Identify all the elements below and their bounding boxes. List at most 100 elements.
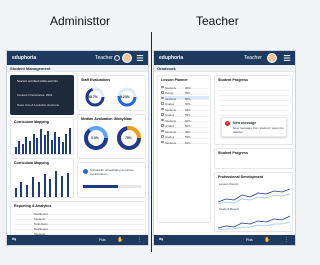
checkbox[interactable]	[161, 113, 164, 116]
brand-logo: eduphoria	[12, 55, 37, 61]
checkbox[interactable]	[161, 124, 164, 127]
bar-chart	[14, 168, 72, 197]
topbar-title: Teacher	[95, 55, 113, 61]
table-row[interactable]: Dashboard	[14, 226, 144, 231]
list-item[interactable]: Grades 55%	[161, 135, 209, 139]
notification-title: New message	[233, 121, 257, 125]
checkbox[interactable]	[161, 107, 164, 110]
checkbox[interactable]	[161, 129, 164, 132]
card-title: Professional Development	[218, 175, 264, 179]
topbar-title: Teacher	[244, 55, 262, 61]
bar	[55, 171, 58, 197]
curriculum-mapping-card-2: Curriculum Mapping	[10, 158, 74, 198]
enrollment-item[interactable]: Stucent enrolled sridia seminin	[17, 79, 71, 83]
curriculum-mapping-card: Curriculum Mapping	[10, 117, 74, 155]
donut-value: 68.7%	[88, 95, 98, 99]
bar	[43, 135, 46, 154]
bar	[25, 136, 28, 154]
list-item[interactable]: Students 95%	[161, 129, 209, 134]
hand-icon[interactable]: ✋	[117, 237, 123, 243]
staff-evaluations-card: Staff Evaluations 68.7% 5.23%	[77, 75, 146, 111]
menu-icon[interactable]	[283, 54, 291, 62]
list-item[interactable]: Students 53%	[161, 107, 209, 112]
checkbox[interactable]	[161, 96, 164, 99]
hand-icon[interactable]: ✋	[264, 237, 270, 243]
donut-value: 5.23%	[120, 95, 130, 99]
more-icon[interactable]: ⋮	[137, 237, 142, 243]
checkbox[interactable]	[161, 85, 164, 88]
card-title: Student Progress	[218, 151, 248, 155]
admin-topbar: eduphoria Teacher	[7, 51, 148, 65]
list-item[interactable]: Grades 59%	[161, 113, 209, 117]
row-label: Students	[165, 118, 177, 123]
student-progress-card: Student Progress ! New message New messa…	[214, 75, 293, 145]
more-icon[interactable]: ⋮	[284, 237, 289, 243]
student-progress-card-2: Student Progress	[214, 148, 293, 169]
row-value: 95%	[185, 129, 191, 134]
row-label: Grades	[165, 124, 175, 128]
avatar[interactable]	[122, 53, 132, 63]
bottom-label[interactable]: Pids	[99, 238, 106, 242]
card-title: Curriculum Mapping	[14, 120, 49, 124]
checkbox[interactable]	[161, 102, 164, 105]
bottom-label[interactable]: Pids	[246, 238, 253, 242]
list-item[interactable]: Grades 50%	[161, 124, 209, 128]
list-item[interactable]: Students 80%	[161, 96, 209, 101]
enrollment-item[interactable]: Content hrrentances: 2021	[17, 93, 53, 97]
list-item[interactable]: Students 60%	[161, 140, 209, 145]
row-label: Students	[34, 216, 46, 221]
bar	[68, 128, 71, 154]
row-label: Dashboard	[34, 226, 48, 231]
brand-logo: eduphoria	[159, 55, 184, 61]
checkbox[interactable]	[161, 135, 164, 138]
list-item[interactable]: Students 94%	[161, 118, 209, 123]
bar	[26, 184, 29, 197]
teacher-window: eduphoria Teacher Gradeook Lesson Planne…	[153, 50, 296, 246]
row-label: Grades	[165, 113, 175, 117]
median-evaluation-card: Median Avaluation Gibbyblate 5.0% 75%	[77, 114, 146, 159]
menu-icon[interactable]	[136, 54, 144, 62]
bar-chart	[14, 126, 72, 154]
row-value: 85%	[185, 91, 191, 95]
table-row[interactable]: Dashboard	[14, 211, 144, 216]
row-value: 60%	[185, 140, 191, 145]
reporting-analytics-card: Reporting & Analytics Dashboard Students T…	[10, 201, 146, 236]
avatar[interactable]	[267, 53, 277, 63]
checkbox[interactable]	[161, 118, 164, 121]
bar	[49, 178, 52, 197]
heading-admin: Administtor	[50, 14, 111, 28]
bar	[66, 172, 69, 197]
row-label: Total Alerts	[34, 221, 48, 226]
checkbox[interactable]	[161, 140, 164, 143]
notification-body: New message from student / parent to tea…	[233, 126, 284, 134]
admin-window: eduphoria Teacher Student Management Stu…	[6, 50, 149, 246]
list-item[interactable]: Period 85%	[161, 91, 209, 95]
row-value: 80%	[185, 96, 191, 101]
section-title: Gradeook	[154, 65, 295, 72]
bar	[31, 177, 34, 197]
gear-icon[interactable]	[113, 54, 121, 62]
card-title: Lesson Planner	[161, 78, 188, 82]
row-value: 59%	[185, 113, 191, 117]
card-title: Curriculum Mapping	[14, 161, 49, 165]
table-row[interactable]: Total Alerts	[14, 221, 144, 226]
checkbox[interactable]	[161, 91, 164, 94]
enrollment-item[interactable]: Nuse cure AJ estudos ciocreme	[17, 103, 71, 107]
bar	[18, 141, 21, 154]
arrows-icon[interactable]: ⇆	[159, 237, 163, 243]
notification-card[interactable]: ! New message New message from student /…	[221, 117, 287, 137]
row-value: 96%	[185, 85, 191, 90]
bar	[43, 174, 46, 197]
list-item[interactable]: Students 96%	[161, 85, 209, 90]
row-label: Students	[165, 107, 177, 112]
bar	[36, 138, 39, 154]
lesson-planner-card: Lesson Planner Students 96% Period 85% Stude…	[157, 75, 211, 223]
card-title: Median Avaluation Gibbyblate	[81, 117, 133, 121]
arrows-icon[interactable]: ⇆	[12, 237, 16, 243]
bar	[20, 181, 23, 197]
lesson-planner-list: Students 96% Period 85% Students 80% Grades 50%…	[158, 85, 212, 223]
bar	[60, 175, 63, 197]
list-item[interactable]: Grades 50%	[161, 102, 209, 106]
row-label: Students	[165, 96, 177, 101]
table-row[interactable]: Students	[14, 216, 144, 221]
